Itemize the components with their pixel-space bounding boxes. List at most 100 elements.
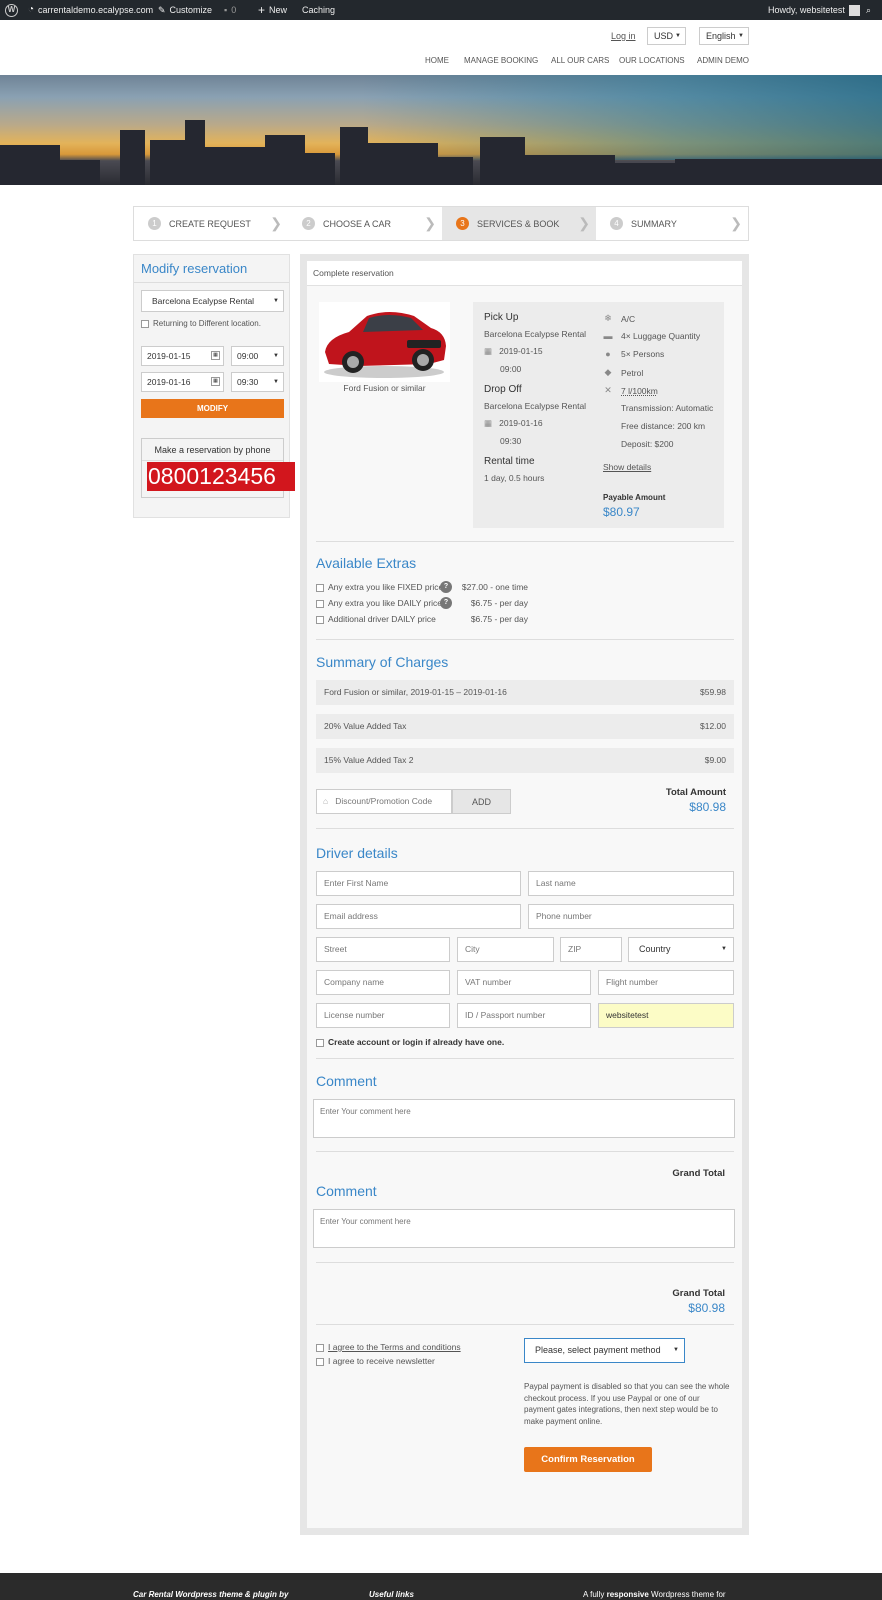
caret-down-icon: ▼ bbox=[673, 1347, 679, 1353]
dashboard-icon: ◔ bbox=[28, 4, 35, 15]
wrench-icon: ✕ bbox=[604, 385, 612, 395]
booking-steps: 1 CREATE REQUEST ❯ 2 CHOOSE A CAR ❯ 3 SE… bbox=[133, 206, 749, 241]
terms-checkbox[interactable]: I agree to the Terms and conditions bbox=[316, 1342, 461, 1352]
show-details-link[interactable]: Show details bbox=[603, 462, 651, 472]
company-name-field[interactable]: Company name bbox=[316, 970, 450, 995]
total-amount: $80.98 bbox=[689, 800, 726, 814]
step-summary[interactable]: 4 SUMMARY ❯ bbox=[596, 207, 748, 240]
vat-number-field[interactable]: VAT number bbox=[457, 970, 591, 995]
nav-admin-demo[interactable]: ADMIN DEMO bbox=[697, 56, 749, 65]
return-different-location-checkbox[interactable]: Returning to Different location. bbox=[141, 319, 261, 328]
pickup-date: 2019-01-15 bbox=[499, 346, 543, 356]
pickup-time: 09:00 bbox=[500, 364, 522, 374]
nav-all-our-cars[interactable]: ALL OUR CARS bbox=[551, 56, 609, 65]
car-name: Ford Fusion or similar bbox=[343, 383, 426, 393]
calendar-icon: ▦ bbox=[211, 377, 220, 386]
site-name-link[interactable]: ◔ carrentaldemo.ecalypse.com bbox=[28, 0, 153, 20]
newsletter-checkbox[interactable]: I agree to receive newsletter bbox=[316, 1356, 435, 1366]
step-create-request[interactable]: 1 CREATE REQUEST ❯ bbox=[134, 207, 288, 240]
street-field[interactable]: Street bbox=[316, 937, 450, 962]
city-field[interactable]: City bbox=[457, 937, 554, 962]
extra-daily-price: $6.75 - per day bbox=[470, 598, 528, 608]
caret-down-icon: ▼ bbox=[273, 379, 279, 385]
dropoff-time-select[interactable]: 09:30 ▼ bbox=[231, 372, 284, 392]
search-icon[interactable]: ⌕ bbox=[866, 0, 871, 20]
username-field[interactable]: websitetest bbox=[598, 1003, 734, 1028]
first-name-field[interactable]: Enter First Name bbox=[316, 871, 521, 896]
phone-box-title: Make a reservation by phone bbox=[154, 445, 271, 455]
nav-our-locations[interactable]: OUR LOCATIONS bbox=[619, 56, 685, 65]
grand-total-label: Grand Total bbox=[672, 1288, 725, 1299]
passport-number-field[interactable]: ID / Passport number bbox=[457, 1003, 591, 1028]
promo-code-input[interactable]: ⌂ Discount/Promotion Code bbox=[316, 789, 452, 814]
additional-driver-price: $6.75 - per day bbox=[470, 614, 528, 624]
payment-method-select[interactable]: Please, select payment method ▼ bbox=[524, 1338, 685, 1363]
caching-link[interactable]: Caching bbox=[302, 0, 335, 20]
email-field[interactable]: Email address bbox=[316, 904, 521, 929]
pickup-title: Pick Up bbox=[484, 312, 519, 323]
rental-time-value: 1 day, 0.5 hours bbox=[484, 473, 545, 483]
wordpress-logo-button[interactable]: W bbox=[5, 0, 18, 20]
customize-link[interactable]: ✎ Customize bbox=[158, 0, 212, 20]
create-account-checkbox[interactable]: Create account or login if already have … bbox=[316, 1037, 504, 1047]
grand-total: $80.98 bbox=[688, 1301, 725, 1315]
charge-row: Ford Fusion or similar, 2019-01-15 – 201… bbox=[316, 680, 734, 705]
dropoff-time: 09:30 bbox=[500, 436, 522, 446]
zip-field[interactable]: ZIP bbox=[560, 937, 622, 962]
comment-textarea[interactable]: Enter Your comment here bbox=[313, 1099, 735, 1138]
footer-credits: Car Rental Wordpress theme & plugin by bbox=[133, 1590, 289, 1599]
phone-field[interactable]: Phone number bbox=[528, 904, 734, 929]
comment-textarea[interactable]: Enter Your comment here bbox=[313, 1209, 735, 1248]
login-link[interactable]: Log in bbox=[611, 31, 636, 41]
add-promo-button[interactable]: ADD bbox=[452, 789, 511, 814]
footer: Car Rental Wordpress theme & plugin by U… bbox=[0, 1573, 882, 1600]
dropoff-date-input[interactable]: 2019-01-16 ▦ bbox=[141, 372, 224, 392]
help-icon[interactable]: ? bbox=[440, 597, 452, 609]
confirm-reservation-button[interactable]: Confirm Reservation bbox=[524, 1447, 652, 1472]
new-content-link[interactable]: + New bbox=[258, 0, 287, 20]
sidebar-title: Modify reservation bbox=[141, 261, 248, 276]
caret-down-icon: ▼ bbox=[273, 353, 279, 359]
hero-banner-image bbox=[0, 75, 882, 185]
step-choose-a-car[interactable]: 2 CHOOSE A CAR ❯ bbox=[288, 207, 442, 240]
step-services-and-book[interactable]: 3 SERVICES & BOOK ❯ bbox=[442, 207, 596, 240]
flight-number-field[interactable]: Flight number bbox=[598, 970, 734, 995]
modify-reservation-sidebar: Modify reservation Barcelona Ecalypse Re… bbox=[133, 254, 295, 518]
country-select[interactable]: Country ▼ bbox=[628, 937, 734, 962]
extra-daily-checkbox[interactable]: Any extra you like DAILY price bbox=[316, 598, 442, 608]
grand-total-label: Grand Total bbox=[672, 1168, 725, 1179]
extra-fixed-checkbox[interactable]: Any extra you like FIXED price bbox=[316, 582, 443, 592]
chevron-right-icon: ❯ bbox=[730, 215, 742, 231]
location-select[interactable]: Barcelona Ecalypse Rental ▼ bbox=[141, 290, 284, 312]
payable-amount: $80.97 bbox=[603, 505, 640, 519]
person-icon: ● bbox=[605, 349, 611, 359]
chevron-right-icon: ❯ bbox=[424, 215, 436, 231]
dropoff-date: 2019-01-16 bbox=[499, 418, 543, 428]
user-account-menu[interactable]: Howdy, websitetest bbox=[768, 0, 860, 20]
comment-title: Comment bbox=[316, 1183, 377, 1199]
modify-button[interactable]: MODIFY bbox=[141, 399, 284, 418]
phone-number[interactable]: 0800123456 bbox=[147, 462, 295, 491]
pickup-location: Barcelona Ecalypse Rental bbox=[484, 329, 587, 339]
currency-select[interactable]: USD ▼ bbox=[647, 27, 686, 45]
pickup-date-input[interactable]: 2019-01-15 ▦ bbox=[141, 346, 224, 366]
car-illustration bbox=[324, 312, 446, 378]
last-name-field[interactable]: Last name bbox=[528, 871, 734, 896]
breadcrumb: Complete reservation bbox=[307, 261, 742, 286]
footer-useful-links-title: Useful links bbox=[369, 1590, 414, 1599]
license-number-field[interactable]: License number bbox=[316, 1003, 450, 1028]
additional-driver-checkbox[interactable]: Additional driver DAILY price bbox=[316, 614, 436, 624]
calendar-icon: ▦ bbox=[484, 418, 493, 428]
language-select[interactable]: English ▼ bbox=[699, 27, 749, 45]
nav-manage-booking[interactable]: MANAGE BOOKING bbox=[464, 56, 538, 65]
rental-time-title: Rental time bbox=[484, 456, 535, 467]
dropoff-title: Drop Off bbox=[484, 384, 522, 395]
comments-link[interactable]: ▪ 0 bbox=[224, 0, 236, 20]
car-specs: ❄ A/C ▬ 4× Luggage Quantity ● 5× Persons ◆ P… bbox=[603, 313, 714, 449]
luggage-icon: ▬ bbox=[603, 331, 613, 341]
caret-down-icon: ▼ bbox=[273, 298, 279, 304]
chevron-right-icon: ❯ bbox=[578, 215, 590, 231]
help-icon[interactable]: ? bbox=[440, 581, 452, 593]
pickup-time-select[interactable]: 09:00 ▼ bbox=[231, 346, 284, 366]
nav-home[interactable]: HOME bbox=[425, 56, 449, 65]
